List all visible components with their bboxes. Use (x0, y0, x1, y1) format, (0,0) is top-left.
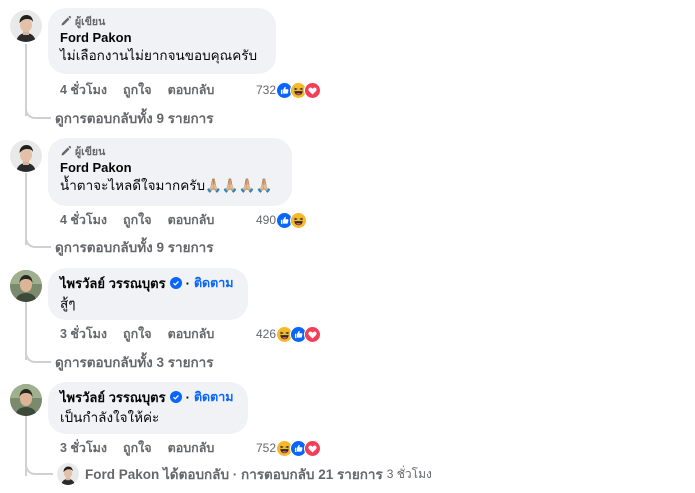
love-icon (304, 81, 322, 99)
reaction-count: 752 (256, 441, 277, 455)
reaction-summary[interactable]: 426 (256, 324, 322, 344)
reply-button[interactable]: ตอบกลับ (168, 324, 215, 344)
thread-connector (25, 461, 53, 475)
comment-text: น้ำตาจะไหลดีใจมากครับ🙏🏼🙏🏼🙏🏼🙏🏼 (60, 178, 273, 193)
separator-dot: · (185, 389, 190, 405)
comment-actions: 3 ชั่วโมง ถูกใจ ตอบกลับ (60, 324, 214, 344)
comment-text: สู้ๆ (60, 296, 76, 311)
comment-time[interactable]: 3 ชั่วโมง (60, 438, 107, 458)
view-replies-link[interactable]: ดูการตอบกลับทั้ง 9 รายการ (25, 105, 213, 130)
avatar[interactable] (10, 384, 42, 416)
avatar[interactable] (10, 140, 42, 172)
avatar[interactable] (10, 270, 42, 302)
commenter-name-row: Ford Pakon (60, 28, 264, 46)
commenter-name-row: Ford Pakon (60, 158, 280, 176)
verified-badge-icon (169, 277, 182, 289)
comment-bubble: ผู้เขียน Ford Pakon น้ำตาจะไหลดีใจมากครั… (48, 138, 292, 206)
reaction-summary[interactable]: 732 (256, 80, 322, 100)
pen-icon (60, 15, 72, 27)
commenter-name[interactable]: ไพรวัลย์ วรรณบุตร (60, 387, 166, 408)
reply-button[interactable]: ตอบกลับ (168, 210, 215, 230)
thread-connector (25, 349, 51, 363)
pen-icon (60, 145, 72, 157)
view-replies-link[interactable]: ดูการตอบกลับทั้ง 9 รายการ (25, 234, 213, 259)
reaction-count: 426 (256, 327, 277, 341)
commenter-name[interactable]: Ford Pakon (60, 160, 132, 175)
author-badge-label: ผู้เขียน (75, 15, 106, 28)
reaction-count: 732 (256, 83, 277, 97)
like-button[interactable]: ถูกใจ (123, 210, 152, 230)
reply-button[interactable]: ตอบกลับ (168, 80, 215, 100)
view-replies-label[interactable]: ดูการตอบกลับทั้ง 3 รายการ (55, 351, 213, 373)
commenter-name-row: ไพรวัลย์ วรรณบุตร · ติดตาม (60, 274, 236, 292)
author-badge: ผู้เขียน (60, 144, 280, 158)
latest-reply-preview[interactable]: Ford Pakon ได้ตอบกลับ · การตอบกลับ 21 รา… (25, 461, 432, 486)
author-badge: ผู้เขียน (60, 14, 264, 28)
view-replies-label[interactable]: ดูการตอบกลับทั้ง 9 รายการ (55, 107, 213, 129)
follow-button[interactable]: ติดตาม (194, 273, 234, 293)
separator-dot: · (185, 275, 190, 291)
avatar[interactable] (10, 10, 42, 42)
love-icon (304, 325, 322, 343)
comment-text: เป็นกำลังใจให้ค่ะ (60, 410, 160, 425)
commenter-name-row: ไพรวัลย์ วรรณบุตร · ติดตาม (60, 388, 236, 406)
haha-icon (290, 211, 308, 229)
commenter-name[interactable]: Ford Pakon (60, 30, 132, 45)
like-button[interactable]: ถูกใจ (123, 80, 152, 100)
view-replies-label[interactable]: ดูการตอบกลับทั้ง 9 รายการ (55, 236, 213, 258)
comment-actions: 4 ชั่วโมง ถูกใจ ตอบกลับ (60, 210, 214, 230)
comment-bubble: ไพรวัลย์ วรรณบุตร · ติดตาม เป็นกำลังใจให… (48, 382, 248, 434)
comment-actions: 4 ชั่วโมง ถูกใจ ตอบกลับ (60, 80, 214, 100)
like-button[interactable]: ถูกใจ (123, 438, 152, 458)
replier-avatar[interactable] (57, 463, 79, 485)
thread-connector (25, 105, 51, 119)
latest-reply-time: 3 ชั่วโมง (386, 466, 432, 481)
comment-actions: 3 ชั่วโมง ถูกใจ ตอบกลับ (60, 438, 214, 458)
reaction-count: 490 (256, 213, 277, 227)
reaction-summary[interactable]: 752 (256, 438, 322, 458)
reply-button[interactable]: ตอบกลับ (168, 438, 215, 458)
latest-reply-label[interactable]: Ford Pakon ได้ตอบกลับ · การตอบกลับ 21 รา… (85, 463, 383, 485)
thread-connector (25, 234, 51, 248)
comment-time[interactable]: 4 ชั่วโมง (60, 210, 107, 230)
comment-time[interactable]: 3 ชั่วโมง (60, 324, 107, 344)
comment-bubble: ไพรวัลย์ วรรณบุตร · ติดตาม สู้ๆ (48, 268, 248, 320)
commenter-name[interactable]: ไพรวัลย์ วรรณบุตร (60, 273, 166, 294)
comment-time[interactable]: 4 ชั่วโมง (60, 80, 107, 100)
author-badge-label: ผู้เขียน (75, 145, 106, 158)
love-icon (304, 439, 322, 457)
reaction-summary[interactable]: 490 (256, 210, 308, 230)
like-button[interactable]: ถูกใจ (123, 324, 152, 344)
follow-button[interactable]: ติดตาม (194, 387, 234, 407)
verified-badge-icon (169, 391, 182, 403)
comment-bubble: ผู้เขียน Ford Pakon ไม่เลือกงานไม่ยากจนข… (48, 8, 276, 74)
comment-text: ไม่เลือกงานไม่ยากจนขอบคุณครับ (60, 48, 258, 63)
view-replies-link[interactable]: ดูการตอบกลับทั้ง 3 รายการ (25, 349, 213, 374)
